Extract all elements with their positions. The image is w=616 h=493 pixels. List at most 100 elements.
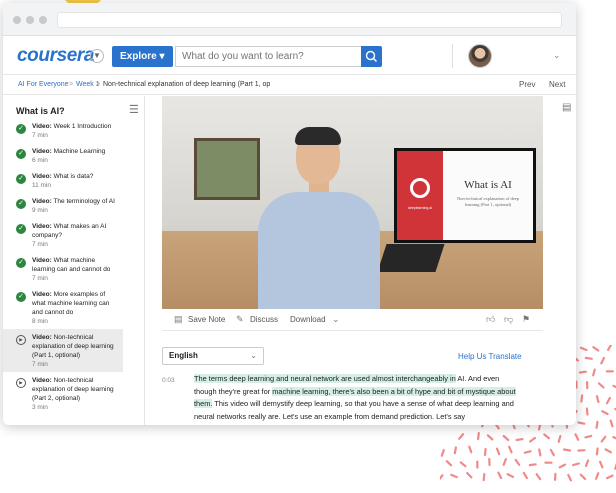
lesson-duration: 7 min xyxy=(32,275,48,282)
search-input[interactable] xyxy=(175,46,361,67)
checkmark-icon: ✓ xyxy=(16,224,26,234)
confetti-mark xyxy=(549,448,555,457)
confetti-mark xyxy=(557,434,562,443)
slide-subtitle: Non-technical explanation of deep learni… xyxy=(456,196,520,207)
window-minimize-dot[interactable] xyxy=(26,16,34,24)
confetti-mark xyxy=(495,447,501,456)
user-avatar[interactable] xyxy=(468,44,492,68)
confetti-mark xyxy=(584,356,593,360)
breadcrumb-course[interactable]: AI For Everyone xyxy=(18,75,69,95)
lesson-item[interactable]: ✓ Video: More examples of what machine l… xyxy=(3,286,123,329)
confetti-mark xyxy=(558,463,567,469)
confetti-mark xyxy=(600,435,607,443)
confetti-mark xyxy=(607,345,613,351)
confetti-mark xyxy=(458,433,465,440)
tablet xyxy=(377,244,445,272)
download-button[interactable]: Download xyxy=(290,315,326,324)
video-player[interactable]: deeplearning.ai What is AI Non-technical… xyxy=(162,96,543,309)
transcript-timestamp[interactable]: 0:03 xyxy=(162,377,175,384)
breadcrumb-separator-icon: > xyxy=(69,81,74,88)
confetti-mark xyxy=(601,410,609,416)
background-painting xyxy=(194,138,260,200)
window-maximize-dot[interactable] xyxy=(39,16,47,24)
confetti-mark xyxy=(506,473,515,478)
address-bar[interactable] xyxy=(57,12,562,28)
thumbs-down-icon[interactable]: 👎︎ xyxy=(504,314,513,325)
chevron-down-icon[interactable]: ⌄ xyxy=(332,314,340,325)
chevron-down-icon[interactable]: ▼ xyxy=(90,49,104,63)
lesson-item[interactable]: ▶ Video: Non-technical explanation of de… xyxy=(3,372,123,415)
discuss-icon: ✎ xyxy=(236,314,244,324)
confetti-mark xyxy=(466,472,473,479)
confetti-mark xyxy=(508,445,513,454)
slide-title: What is AI xyxy=(464,179,512,191)
lesson-duration: 7 min xyxy=(32,132,48,139)
checkmark-icon: ✓ xyxy=(16,174,26,184)
slide-monitor: deeplearning.ai What is AI Non-technical… xyxy=(394,148,536,243)
lesson-duration: 9 min xyxy=(32,207,48,214)
confetti-mark xyxy=(597,382,605,389)
thumbs-up-icon[interactable]: 👍︎ xyxy=(486,314,495,325)
coursera-logo[interactable]: coursera xyxy=(17,45,94,67)
lesson-type: Video: xyxy=(32,123,52,130)
flag-icon[interactable]: ⚑ xyxy=(522,314,530,325)
user-menu-chevron-icon[interactable]: ⌄ xyxy=(553,50,561,61)
confetti-mark xyxy=(502,458,508,466)
confetti-mark xyxy=(522,471,529,480)
confetti-mark xyxy=(580,394,584,403)
search-button[interactable] xyxy=(361,46,382,67)
play-icon: ▶ xyxy=(16,378,26,388)
list-toggle-icon[interactable]: ☰ xyxy=(129,103,139,116)
lesson-item-current[interactable]: ▶ Video: Non-technical explanation of de… xyxy=(3,329,123,372)
confetti-mark xyxy=(605,396,611,405)
confetti-mark xyxy=(600,356,606,365)
search-icon xyxy=(365,50,377,62)
module-title: What is AI? xyxy=(16,106,65,116)
browser-chrome xyxy=(3,3,576,36)
confetti-mark xyxy=(574,433,580,441)
prev-link[interactable]: Prev xyxy=(519,75,535,95)
help-translate-link[interactable]: Help Us Translate xyxy=(458,352,522,361)
lesson-type: Video: xyxy=(32,223,52,230)
explore-button[interactable]: Explore ▾ xyxy=(112,46,173,67)
confetti-mark xyxy=(453,446,457,455)
note-icon: ▤ xyxy=(174,314,183,324)
language-select[interactable]: English ⌄ xyxy=(162,347,264,365)
confetti-mark xyxy=(459,461,467,468)
next-link[interactable]: Next xyxy=(549,75,565,95)
transcript-text[interactable]: The terms deep learning and neural netwo… xyxy=(194,373,516,423)
lesson-title: Week 1 Introduction xyxy=(53,123,112,130)
lesson-item[interactable]: ✓ Video: Week 1 Introduction 7 min xyxy=(3,118,123,143)
transcript-highlight[interactable]: The terms deep learning and neural netwo… xyxy=(194,374,456,383)
confetti-mark xyxy=(595,472,600,480)
confetti-mark xyxy=(497,471,503,480)
confetti-mark xyxy=(604,448,612,454)
confetti-mark xyxy=(585,407,589,416)
confetti-mark xyxy=(584,459,590,468)
window-close-dot[interactable] xyxy=(13,16,21,24)
lesson-item[interactable]: ✓ Video: What machine learning can and c… xyxy=(3,252,123,286)
lesson-item[interactable]: ✓ Video: What is data? 11 min xyxy=(3,168,123,193)
transcript-segment[interactable]: This video will demystify deep learning,… xyxy=(194,399,514,421)
confetti-mark xyxy=(595,395,600,404)
confetti-mark xyxy=(584,434,593,439)
lesson-item[interactable]: ✓ Video: What makes an AI company? 7 min xyxy=(3,218,123,252)
lesson-type: Video: xyxy=(32,148,52,155)
lesson-item[interactable]: ✓ Video: Machine Learning 6 min xyxy=(3,143,123,168)
confetti-mark xyxy=(572,462,580,467)
save-note-button[interactable]: Save Note xyxy=(188,315,225,324)
lesson-item[interactable]: ✓ Video: The terminology of AI 9 min xyxy=(3,193,123,218)
confetti-mark xyxy=(528,463,537,467)
confetti-mark xyxy=(578,370,587,374)
language-select-value: English xyxy=(169,351,198,360)
lesson-title: Machine Learning xyxy=(53,148,106,155)
checkmark-icon: ✓ xyxy=(16,292,26,302)
notes-panel-icon[interactable]: ▤ xyxy=(562,102,571,113)
discuss-button[interactable]: Discuss xyxy=(250,315,278,324)
lesson-duration: 7 min xyxy=(32,361,48,368)
confetti-mark xyxy=(445,460,453,467)
lesson-type: Video: xyxy=(32,334,52,341)
confetti-mark xyxy=(579,346,588,352)
lesson-list: ✓ Video: Week 1 Introduction 7 min ✓ Vid… xyxy=(3,118,123,415)
lecture-main: deeplearning.ai What is AI Non-technical… xyxy=(146,96,576,425)
